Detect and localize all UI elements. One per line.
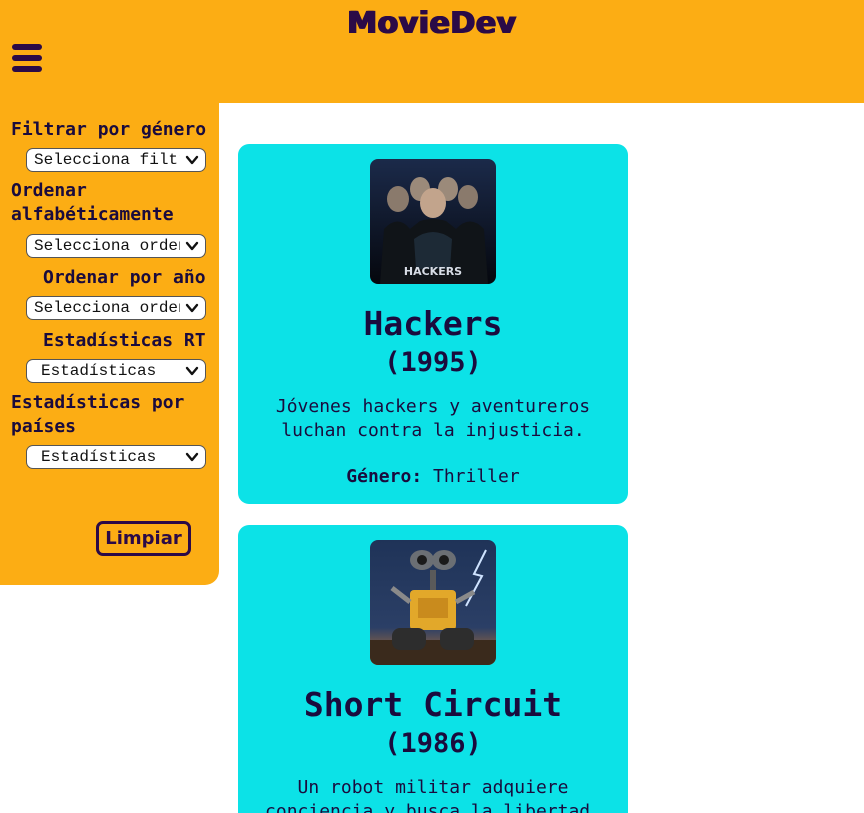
genre-filter-label: Filtrar por género bbox=[11, 119, 207, 140]
top-header: MovieDev bbox=[0, 0, 864, 103]
country-stats-select[interactable]: Estadísticas bbox=[26, 445, 206, 469]
movie-year: (1995) bbox=[384, 347, 482, 378]
alpha-sort-label: Ordenar alfabéticamente bbox=[11, 180, 174, 225]
alpha-sort-select[interactable]: Selecciona orden bbox=[26, 234, 206, 258]
hamburger-menu-icon[interactable] bbox=[12, 44, 42, 74]
movie-poster: HACKERS bbox=[370, 159, 496, 284]
movie-genre: Género: Thriller bbox=[238, 465, 628, 489]
genre-filter-select[interactable]: Selecciona filtro bbox=[26, 148, 206, 172]
filter-sidebar: Filtrar por género Selecciona filtro Ord… bbox=[0, 103, 219, 585]
chevron-down-icon bbox=[185, 452, 199, 462]
movie-year: (1986) bbox=[384, 728, 482, 759]
movie-description: Jóvenes hackers y aventureros luchan con… bbox=[275, 396, 591, 441]
chevron-down-icon bbox=[185, 241, 199, 251]
chevron-down-icon bbox=[185, 366, 199, 376]
movie-card[interactable]: Short Circuit (1986) Un robot militar ad… bbox=[238, 525, 628, 813]
svg-text:HACKERS: HACKERS bbox=[404, 265, 462, 278]
movie-poster bbox=[370, 540, 496, 665]
chevron-down-icon bbox=[185, 155, 199, 165]
chevron-down-icon bbox=[185, 303, 199, 313]
country-stats-label: Estadísticas por países bbox=[11, 392, 185, 437]
clear-filters-button[interactable]: Limpiar bbox=[96, 521, 191, 556]
genre-value: Thriller bbox=[433, 466, 520, 487]
rt-stats-select[interactable]: Estadísticas bbox=[26, 359, 206, 383]
year-sort-label: Ordenar por año bbox=[43, 267, 206, 288]
app-title: MovieDev bbox=[347, 6, 517, 41]
genre-label: Género: bbox=[346, 466, 423, 487]
rt-stats-label: Estadísticas RT bbox=[43, 330, 206, 351]
movie-title: Short Circuit bbox=[303, 685, 563, 724]
year-sort-select[interactable]: Selecciona orden bbox=[26, 296, 206, 320]
movie-title: Hackers bbox=[363, 304, 503, 343]
movie-description: Un robot militar adquiere conciencia y b… bbox=[265, 777, 601, 813]
movie-card[interactable]: HACKERS Hackers (1995) Jóvenes hackers y… bbox=[238, 144, 628, 504]
